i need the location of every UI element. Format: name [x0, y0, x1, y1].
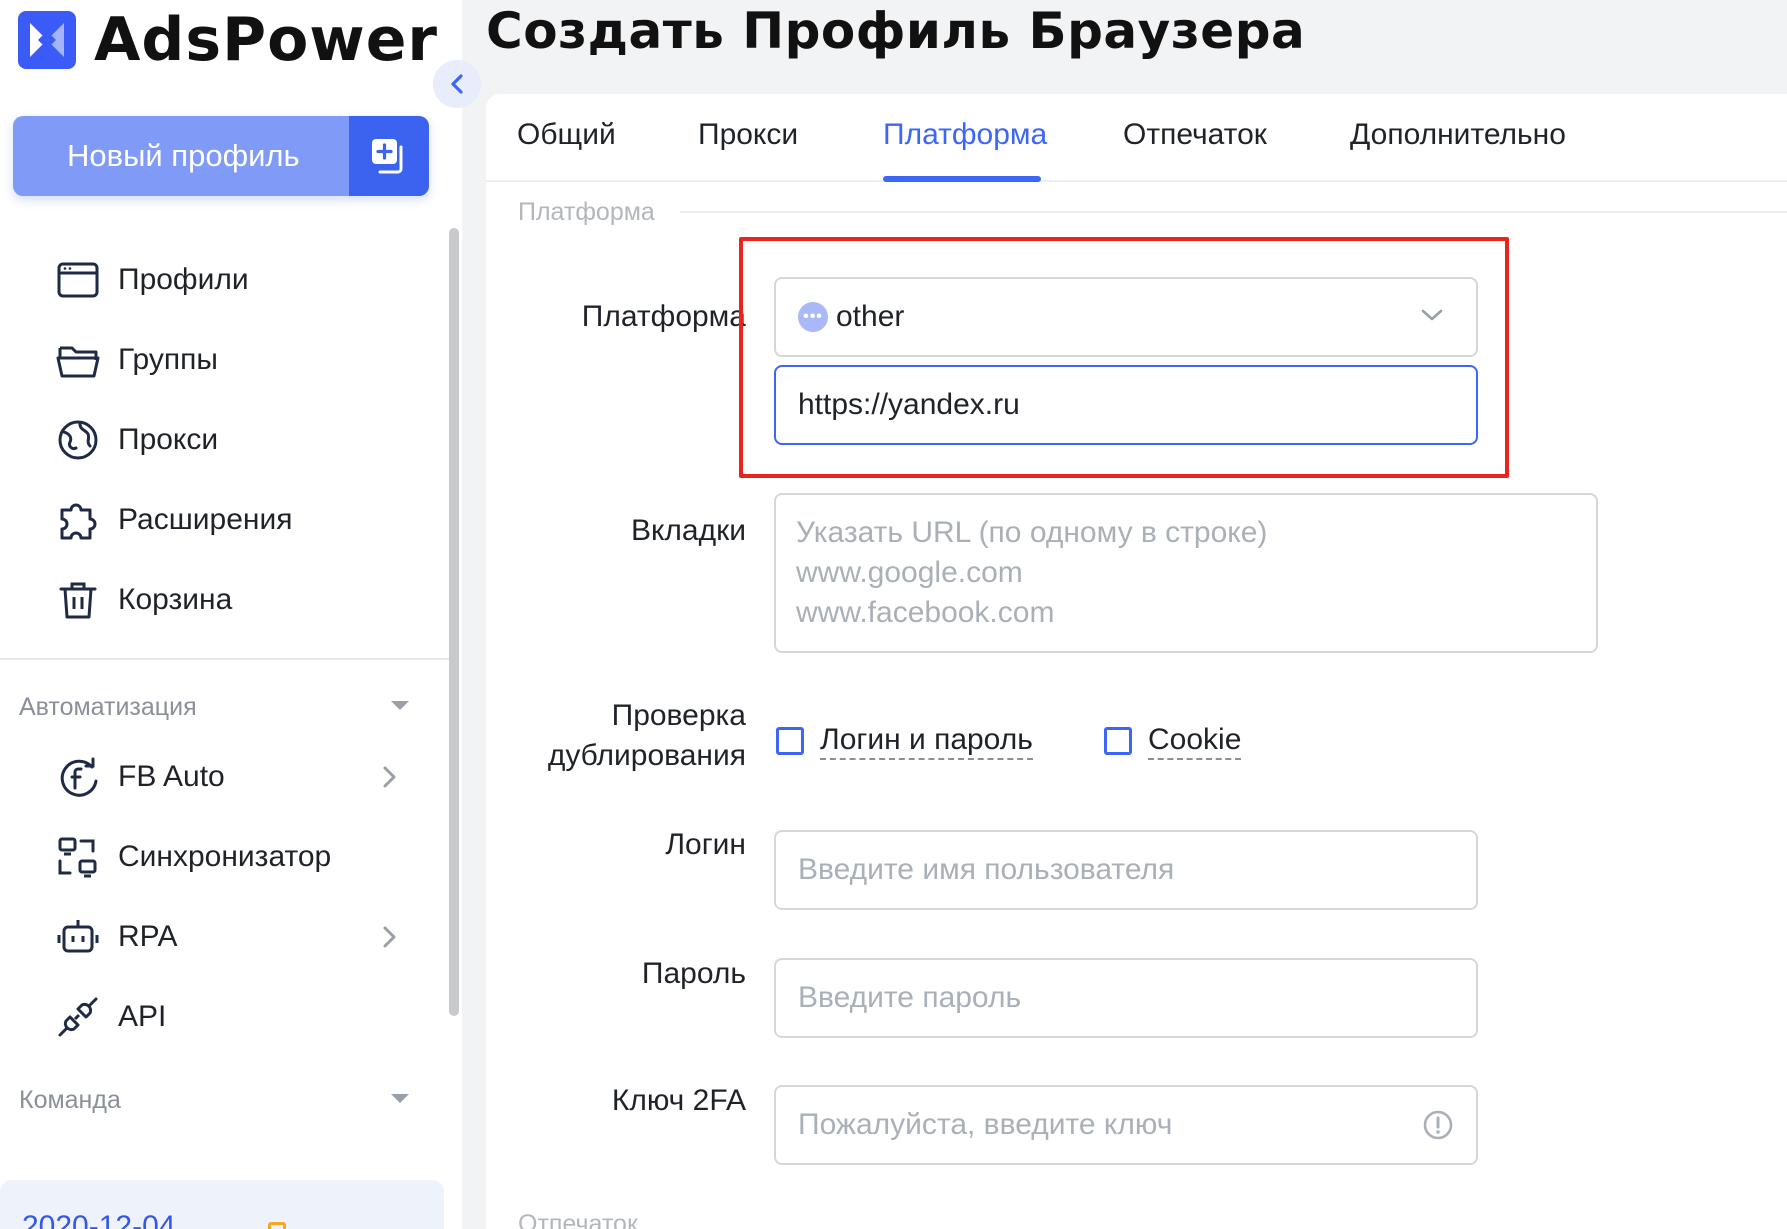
sidebar-divider: [0, 658, 450, 660]
login-label: Логин: [665, 828, 746, 861]
textarea-placeholder-line: www.google.com: [796, 556, 1023, 589]
dup-check-cookie[interactable]: Cookie: [1104, 722, 1242, 760]
tab-proxy[interactable]: Прокси: [698, 118, 798, 152]
duplicate-check-label-line2: дублирования: [547, 739, 746, 772]
nav-item-label: Корзина: [118, 583, 233, 616]
nav-item-label: Синхронизатор: [118, 840, 332, 873]
brand-name: AdsPower: [94, 5, 439, 75]
twofa-placeholder: Пожалуйста, введите ключ: [798, 1108, 1173, 1141]
info-icon[interactable]: [1422, 1109, 1454, 1141]
quick-add-profile-button[interactable]: [349, 116, 429, 196]
robot-icon: [56, 915, 100, 959]
nav-item-profiles[interactable]: Профили: [0, 240, 440, 320]
checkbox[interactable]: [1104, 727, 1132, 755]
nav-item-trash[interactable]: Корзина: [0, 560, 440, 640]
duplicate-check-label: Проверка дублирования: [486, 696, 746, 776]
automation-section-label: Автоматизация: [19, 692, 197, 721]
team-section-label: Команда: [19, 1085, 121, 1114]
nav-item-synchronizer[interactable]: Синхронизатор: [0, 817, 440, 897]
password-input[interactable]: Введите пароль: [774, 958, 1478, 1038]
folder-icon: [56, 338, 100, 382]
nav-item-extensions[interactable]: Расширения: [0, 480, 440, 560]
new-profile-label[interactable]: Новый профиль: [13, 116, 349, 196]
subscription-card[interactable]: 2020-12-04: [0, 1180, 444, 1229]
team-section-toggle[interactable]: Команда: [19, 1080, 409, 1120]
nav-item-label: Группы: [118, 343, 218, 376]
puzzle-icon: [56, 498, 100, 542]
caret-down-icon: [391, 1094, 409, 1103]
tab-platform[interactable]: Платформа: [883, 118, 1047, 152]
new-profile-button[interactable]: Новый профиль: [13, 116, 429, 196]
collapse-sidebar-button[interactable]: [433, 60, 481, 108]
twofa-input[interactable]: Пожалуйста, введите ключ: [774, 1085, 1478, 1165]
checkbox-label: Cookie: [1148, 722, 1242, 760]
trash-icon: [56, 578, 100, 622]
nav-item-proxy[interactable]: Прокси: [0, 400, 440, 480]
page-title: Создать Профиль Браузера: [486, 2, 1306, 60]
browser-window-icon: [56, 258, 100, 302]
checkbox[interactable]: [776, 727, 804, 755]
duplicate-check-label-line1: Проверка: [611, 699, 746, 732]
main-nav: Профили Группы Прокси Расширения Корзина: [0, 240, 440, 640]
section-divider: [680, 211, 1787, 213]
dup-check-login-password[interactable]: Логин и пароль: [776, 722, 1033, 760]
automation-nav: FB Auto Синхронизатор RPA API: [0, 737, 440, 1057]
automation-section-toggle[interactable]: Автоматизация: [19, 687, 409, 727]
more-dots-icon: •••: [798, 302, 828, 332]
nav-item-label: Расширения: [118, 503, 293, 536]
tabs-label: Вкладки: [630, 514, 746, 547]
platform-label: Платформа: [581, 300, 746, 333]
nav-item-fb-auto[interactable]: FB Auto: [0, 737, 440, 817]
nav-item-label: RPA: [118, 920, 178, 953]
section-title-fingerprint: Отпечаток: [518, 1210, 638, 1229]
chevron-right-icon: [383, 926, 396, 948]
password-label: Пароль: [641, 957, 746, 990]
platform-url-input[interactable]: https://yandex.ru: [774, 365, 1478, 445]
form-tabs: Общий Прокси Платформа Отпечаток Дополни…: [486, 94, 1787, 182]
caret-down-icon: [391, 701, 409, 710]
nav-item-rpa[interactable]: RPA: [0, 897, 440, 977]
login-input[interactable]: Введите имя пользователя: [774, 830, 1478, 910]
nav-item-label: Прокси: [118, 423, 219, 456]
platform-selected-value: other: [836, 300, 905, 333]
nav-item-groups[interactable]: Группы: [0, 320, 440, 400]
brand-logo[interactable]: AdsPower: [18, 5, 438, 75]
section-title-platform: Платформа: [518, 198, 655, 226]
facebook-sync-icon: [56, 755, 100, 799]
nav-item-label: API: [118, 1000, 167, 1033]
adspower-logo-icon: [18, 11, 76, 69]
password-placeholder: Введите пароль: [798, 981, 1022, 1014]
synchronizer-icon: [56, 835, 100, 879]
textarea-placeholder-line: www.facebook.com: [796, 596, 1055, 629]
nav-item-label: Профили: [118, 263, 249, 296]
chevron-down-icon: [1421, 309, 1443, 321]
tab-advanced[interactable]: Дополнительно: [1350, 118, 1566, 152]
tab-fingerprint[interactable]: Отпечаток: [1123, 118, 1267, 152]
warning-icon: [268, 1222, 286, 1229]
active-tab-indicator: [883, 176, 1041, 182]
platform-url-value: https://yandex.ru: [798, 388, 1020, 421]
subscription-date: 2020-12-04: [22, 1210, 176, 1229]
sidebar-scrollbar[interactable]: [449, 228, 459, 1016]
nav-item-api[interactable]: API: [0, 977, 440, 1057]
textarea-placeholder-line: Указать URL (по одному в строке): [796, 516, 1268, 549]
chevron-left-icon: [451, 74, 463, 94]
add-profile-icon: [372, 139, 403, 174]
twofa-label: Ключ 2FA: [611, 1084, 746, 1117]
globe-icon: [56, 418, 100, 462]
profile-form-panel: Общий Прокси Платформа Отпечаток Дополни…: [486, 94, 1787, 1229]
nav-item-label: FB Auto: [118, 760, 225, 793]
chevron-right-icon: [383, 766, 396, 788]
sidebar: AdsPower Новый профиль Профили Группы Пр…: [0, 0, 462, 1229]
plug-icon: [56, 995, 100, 1039]
platform-select[interactable]: ••• other: [774, 277, 1478, 357]
checkbox-label: Логин и пароль: [820, 722, 1033, 760]
tabs-urls-textarea[interactable]: Указать URL (по одному в строке) www.goo…: [774, 493, 1598, 653]
tab-general[interactable]: Общий: [517, 118, 616, 152]
login-placeholder: Введите имя пользователя: [798, 853, 1175, 886]
